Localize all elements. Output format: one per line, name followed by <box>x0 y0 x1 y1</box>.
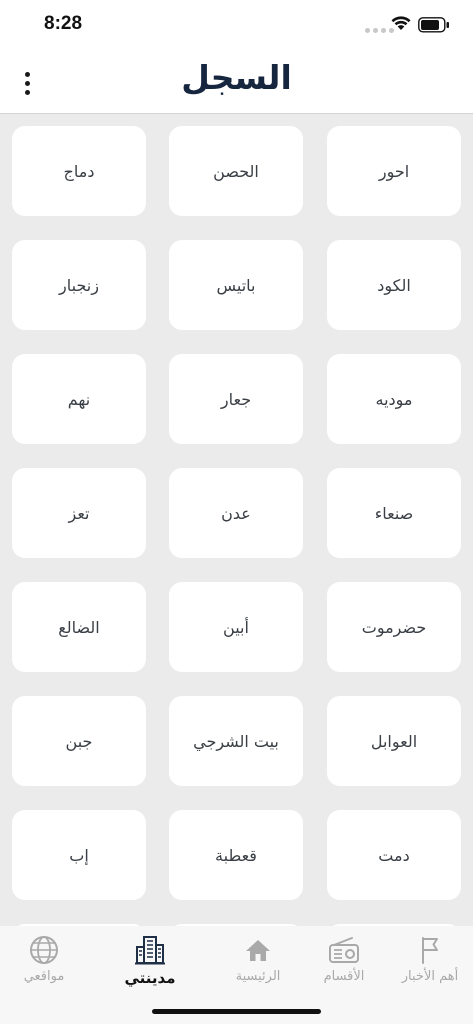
city-card[interactable]: بيت الشرجي <box>169 696 303 786</box>
nav-tab-top-news[interactable]: أهم الأخبار <box>390 934 470 984</box>
city-card[interactable]: تعز <box>12 468 146 558</box>
nav-label: الرئيسية <box>235 969 281 984</box>
city-card[interactable]: موديه <box>327 354 461 444</box>
city-card[interactable]: دماج <box>12 126 146 216</box>
status-bar: 8:28 <box>0 0 473 50</box>
city-card[interactable]: حضرموت <box>327 582 461 672</box>
nav-tab-my-city[interactable]: مدينتي <box>110 934 190 987</box>
wifi-icon <box>391 16 411 30</box>
nav-tab-sections[interactable]: الأقسام <box>304 934 384 984</box>
nav-label: مدينتي <box>124 969 176 987</box>
nav-label: الأقسام <box>323 969 365 984</box>
city-card[interactable]: أبين <box>169 582 303 672</box>
city-card[interactable]: الكود <box>327 240 461 330</box>
city-card[interactable]: جعار <box>169 354 303 444</box>
city-card[interactable]: احور <box>327 126 461 216</box>
nav-label: مواقعي <box>23 969 65 984</box>
city-card[interactable]: دمت <box>327 810 461 900</box>
status-time: 8:28 <box>44 13 83 34</box>
nav-label: أهم الأخبار <box>401 969 459 984</box>
globe-icon <box>29 934 59 966</box>
city-card[interactable]: جبن <box>12 696 146 786</box>
city-card[interactable]: قعطبة <box>169 810 303 900</box>
city-card[interactable]: إب <box>12 810 146 900</box>
city-card[interactable]: صنعاء <box>327 468 461 558</box>
city-card[interactable]: نهم <box>12 354 146 444</box>
city-card[interactable]: باتيس <box>169 240 303 330</box>
home-indicator <box>152 1009 321 1014</box>
home-icon <box>245 934 271 966</box>
battery-icon <box>418 17 449 33</box>
radio-icon <box>328 934 360 966</box>
city-card[interactable]: الحصن <box>169 126 303 216</box>
city-card[interactable]: الضالع <box>12 582 146 672</box>
app-header: السجل <box>0 50 473 114</box>
page-title: السجل <box>181 58 292 97</box>
city-card[interactable]: العوابل <box>327 696 461 786</box>
city-card[interactable]: زنجبار <box>12 240 146 330</box>
city-buildings-icon <box>135 934 165 966</box>
nav-tab-home[interactable]: الرئيسية <box>218 934 298 984</box>
city-card[interactable]: عدن <box>169 468 303 558</box>
city-grid: احور الحصن دماج الكود باتيس زنجبار موديه… <box>0 114 473 926</box>
flag-icon <box>419 934 441 966</box>
nav-tab-my-sites[interactable]: مواقعي <box>4 934 84 984</box>
